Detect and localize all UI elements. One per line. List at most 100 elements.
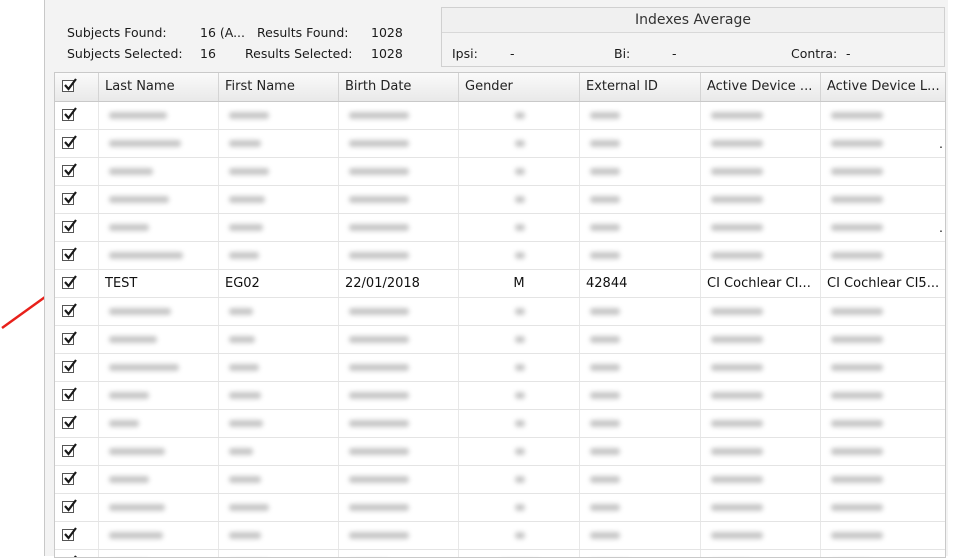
cell-active-device-1 bbox=[701, 242, 821, 269]
row-checkbox[interactable] bbox=[62, 275, 77, 289]
redacted-value bbox=[711, 308, 763, 315]
column-header-first-name[interactable]: First Name bbox=[219, 73, 339, 101]
row-select-cell[interactable] bbox=[55, 242, 99, 269]
table-row[interactable]: . bbox=[55, 214, 945, 242]
row-checkbox[interactable] bbox=[62, 107, 77, 121]
redacted-value bbox=[229, 448, 253, 455]
ipsi-label: Ipsi: bbox=[452, 46, 478, 61]
table-row[interactable] bbox=[55, 550, 945, 557]
subjects-grid: Last Name First Name Birth Date Gender E… bbox=[54, 72, 946, 558]
cell-last-name: TEST bbox=[99, 270, 219, 297]
row-checkbox[interactable] bbox=[62, 247, 77, 261]
row-select-cell[interactable] bbox=[55, 522, 99, 549]
column-header-birth-date[interactable]: Birth Date bbox=[339, 73, 459, 101]
checkmark-icon bbox=[64, 359, 77, 372]
redacted-value bbox=[831, 168, 883, 175]
table-row[interactable] bbox=[55, 382, 945, 410]
cell-first-name bbox=[219, 298, 339, 325]
column-header-last-name[interactable]: Last Name bbox=[99, 73, 219, 101]
checkmark-icon bbox=[64, 135, 77, 148]
row-select-cell[interactable] bbox=[55, 326, 99, 353]
row-checkbox[interactable] bbox=[62, 443, 77, 457]
column-header-external-id[interactable]: External ID bbox=[580, 73, 701, 101]
row-select-cell[interactable] bbox=[55, 270, 99, 297]
table-row[interactable] bbox=[55, 494, 945, 522]
row-select-cell[interactable] bbox=[55, 382, 99, 409]
row-checkbox[interactable] bbox=[62, 191, 77, 205]
row-checkbox[interactable] bbox=[62, 163, 77, 177]
checkmark-icon bbox=[64, 527, 77, 540]
table-row[interactable]: . bbox=[55, 130, 945, 158]
row-select-cell[interactable] bbox=[55, 354, 99, 381]
table-row[interactable] bbox=[55, 326, 945, 354]
cell-active-device-1 bbox=[701, 382, 821, 409]
column-header-gender[interactable]: Gender bbox=[459, 73, 580, 101]
redacted-value bbox=[831, 252, 883, 259]
select-all-checkbox[interactable] bbox=[62, 78, 77, 92]
cell-gender bbox=[459, 354, 580, 381]
contra-label: Contra: bbox=[791, 46, 838, 61]
row-select-cell[interactable] bbox=[55, 186, 99, 213]
redacted-value bbox=[831, 476, 883, 483]
row-select-cell[interactable] bbox=[55, 550, 99, 557]
cell-external-id bbox=[580, 438, 701, 465]
row-select-cell[interactable] bbox=[55, 410, 99, 437]
row-checkbox[interactable] bbox=[62, 359, 77, 373]
table-row[interactable] bbox=[55, 438, 945, 466]
header-select-all[interactable] bbox=[55, 73, 99, 101]
cell-last-name bbox=[99, 298, 219, 325]
row-select-cell[interactable] bbox=[55, 494, 99, 521]
row-checkbox[interactable] bbox=[62, 135, 77, 149]
cell-last-name bbox=[99, 494, 219, 521]
redacted-value bbox=[109, 420, 139, 427]
row-checkbox[interactable] bbox=[62, 387, 77, 401]
table-row[interactable] bbox=[55, 466, 945, 494]
table-row[interactable] bbox=[55, 354, 945, 382]
redacted-value bbox=[590, 420, 620, 427]
table-row[interactable] bbox=[55, 298, 945, 326]
subjects-found-value: 16 (A... bbox=[200, 25, 246, 40]
row-checkbox[interactable] bbox=[62, 499, 77, 513]
subjects-found-label: Subjects Found: bbox=[67, 25, 167, 40]
row-checkbox[interactable] bbox=[62, 219, 77, 233]
table-row[interactable]: TEST EG02 22/01/2018 M 42844 CI Cochlear CI..… bbox=[55, 270, 945, 298]
redacted-value bbox=[711, 420, 763, 427]
redacted-value bbox=[514, 420, 525, 427]
redacted-value bbox=[349, 504, 409, 511]
redacted-value bbox=[349, 364, 409, 371]
row-checkbox[interactable] bbox=[62, 527, 77, 541]
table-row[interactable] bbox=[55, 186, 945, 214]
row-checkbox[interactable] bbox=[62, 331, 77, 345]
row-select-cell[interactable] bbox=[55, 102, 99, 129]
cell-gender bbox=[459, 326, 580, 353]
row-select-cell[interactable] bbox=[55, 466, 99, 493]
checkmark-icon bbox=[64, 499, 77, 512]
cell-active-device-2: . bbox=[821, 130, 945, 157]
column-header-active-device-1[interactable]: Active Device ... bbox=[701, 73, 821, 101]
table-row[interactable] bbox=[55, 410, 945, 438]
row-select-cell[interactable] bbox=[55, 130, 99, 157]
cell-external-id bbox=[580, 186, 701, 213]
cell-external-id bbox=[580, 242, 701, 269]
row-select-cell[interactable] bbox=[55, 214, 99, 241]
cell-first-name bbox=[219, 466, 339, 493]
table-row[interactable] bbox=[55, 158, 945, 186]
cell-last-name bbox=[99, 522, 219, 549]
row-select-cell[interactable] bbox=[55, 158, 99, 185]
table-row[interactable] bbox=[55, 102, 945, 130]
cell-gender bbox=[459, 550, 580, 557]
row-checkbox[interactable] bbox=[62, 471, 77, 485]
table-row[interactable] bbox=[55, 522, 945, 550]
row-select-cell[interactable] bbox=[55, 438, 99, 465]
redacted-value bbox=[831, 448, 883, 455]
redacted-value bbox=[590, 448, 620, 455]
row-select-cell[interactable] bbox=[55, 298, 99, 325]
redacted-value bbox=[831, 308, 883, 315]
row-checkbox[interactable] bbox=[62, 415, 77, 429]
row-checkbox[interactable] bbox=[62, 303, 77, 317]
table-row[interactable] bbox=[55, 242, 945, 270]
cell-active-device-1 bbox=[701, 158, 821, 185]
column-header-active-device-2[interactable]: Active Device L... bbox=[821, 73, 945, 101]
redacted-value bbox=[514, 196, 525, 203]
redacted-value bbox=[711, 504, 763, 511]
